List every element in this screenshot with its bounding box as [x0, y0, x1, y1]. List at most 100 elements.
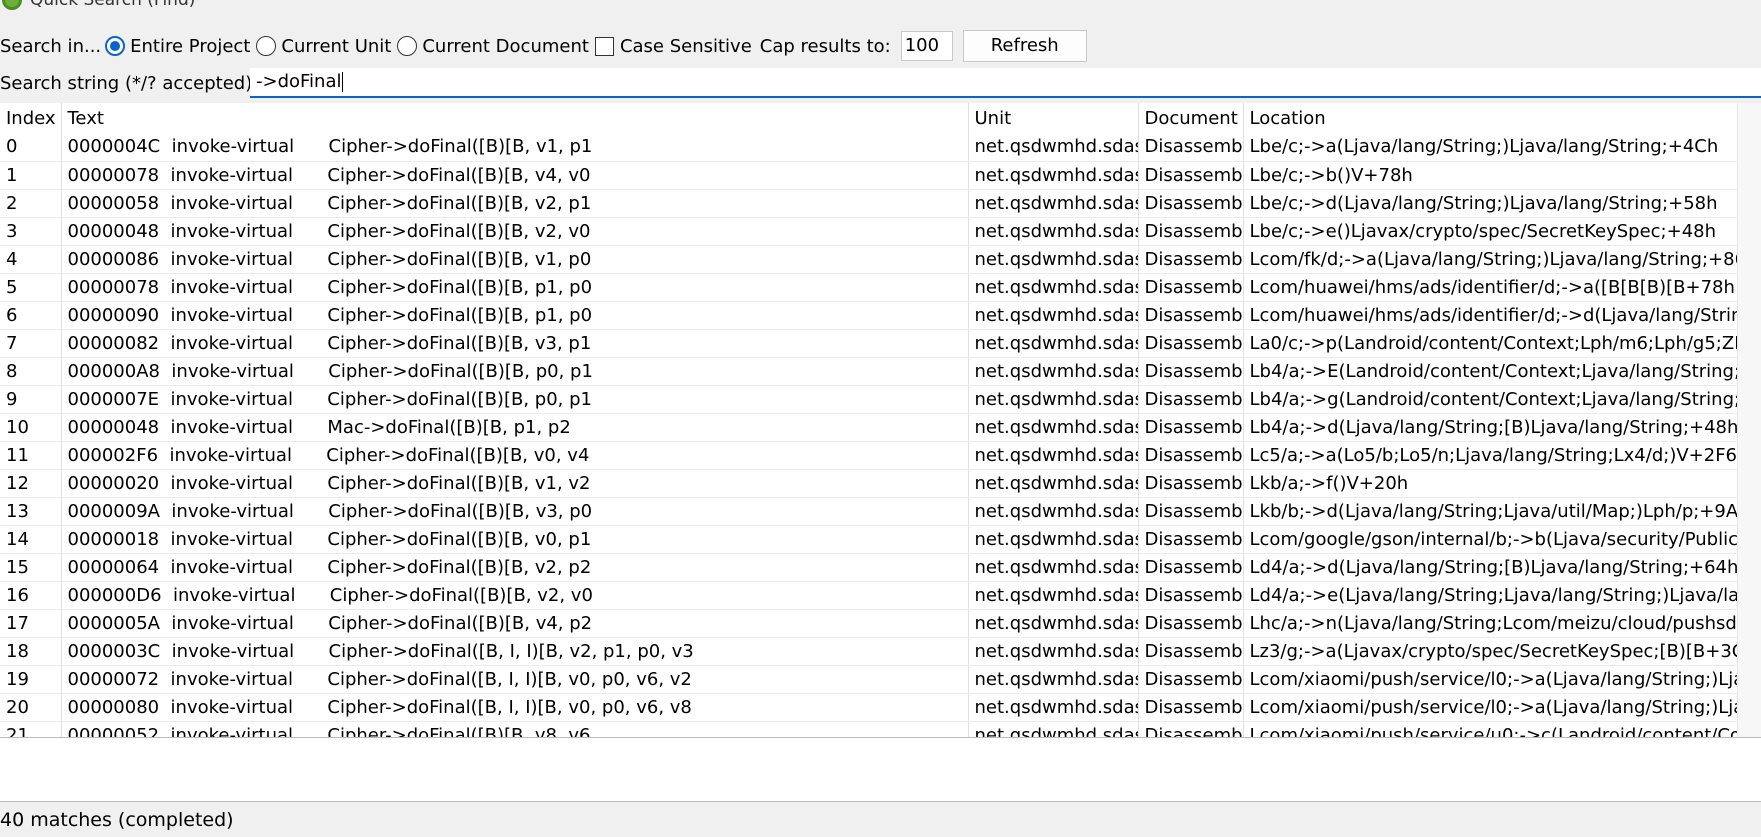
location-cell: Lcom/fk/d;->a(Ljava/lang/String;)Ljava/l… [1243, 245, 1738, 274]
vertical-scrollbar[interactable] [1737, 103, 1761, 738]
window-title: Quick Search (Find) [30, 0, 196, 10]
index-cell: 4 [0, 245, 62, 274]
title-bar: Quick Search (Find) [0, 0, 1761, 20]
text-cell: 0000007E invoke-virtual Cipher->doFinal(… [61, 385, 969, 414]
column-header-location[interactable]: Location [1243, 103, 1738, 133]
table-row[interactable]: 7 00000082 invoke-virtual Cipher->doFinal… [0, 329, 1738, 358]
location-cell: Lb4/a;->g(Landroid/content/Context;Ljava… [1243, 385, 1738, 414]
location-cell: Lcom/xiaomi/push/service/l0;->a(Ljava/la… [1243, 665, 1738, 694]
location-cell: Lcom/huawei/hms/ads/identifier/d;->a([B[… [1243, 273, 1738, 302]
document-cell: Disassemb [1138, 413, 1244, 442]
text-cell: 0000003C invoke-virtual Cipher->doFinal(… [61, 637, 969, 666]
unit-cell: net.qsdwmhd.sdas [968, 329, 1139, 358]
unit-cell: net.qsdwmhd.sdas [968, 553, 1139, 582]
table-row[interactable]: 5 00000078 invoke-virtual Cipher->doFinal… [0, 273, 1738, 302]
document-cell: Disassemb [1138, 273, 1244, 302]
refresh-button[interactable]: Refresh [962, 30, 1087, 62]
table-row[interactable]: 15 00000064 invoke-virtual Cipher->doFina… [0, 553, 1738, 582]
location-cell: Lbe/c;->b()V+78h [1243, 161, 1738, 190]
location-cell: Lb4/a;->d(Ljava/lang/String;[B)Ljava/lan… [1243, 413, 1738, 442]
document-cell: Disassemb [1138, 133, 1244, 162]
index-cell: 20 [0, 693, 62, 722]
document-cell: Disassemb [1138, 385, 1244, 414]
document-cell: Disassemb [1138, 301, 1244, 330]
index-cell: 10 [0, 413, 62, 442]
table-row[interactable]: 13 0000009A invoke-virtual Cipher->doFina… [0, 497, 1738, 526]
location-cell: Lkb/a;->f()V+20h [1243, 469, 1738, 498]
index-cell: 17 [0, 609, 62, 638]
search-in-label: Search in... [0, 35, 102, 57]
table-row[interactable]: 2 00000058 invoke-virtual Cipher->doFinal… [0, 189, 1738, 218]
status-text: 40 matches (completed) [0, 809, 234, 831]
unit-cell: net.qsdwmhd.sdas [968, 637, 1139, 666]
table-row[interactable]: 9 0000007E invoke-virtual Cipher->doFinal… [0, 385, 1738, 414]
table-row[interactable]: 16 000000D6 invoke-virtual Cipher->doFina… [0, 581, 1738, 610]
index-cell: 14 [0, 525, 62, 554]
table-row[interactable]: 14 00000018 invoke-virtual Cipher->doFina… [0, 525, 1738, 554]
scope-current-unit-radio[interactable]: Current Unit [256, 36, 391, 57]
table-row[interactable]: 18 0000003C invoke-virtual Cipher->doFina… [0, 637, 1738, 666]
text-cell: 00000052 invoke-virtual Cipher->doFinal(… [61, 721, 969, 738]
location-cell: Lbe/c;->e()Ljavax/crypto/spec/SecretKeyS… [1243, 217, 1738, 246]
radio-unselected-icon [256, 36, 277, 56]
column-header-index[interactable]: Index [0, 103, 62, 133]
table-row[interactable]: 17 0000005A invoke-virtual Cipher->doFina… [0, 609, 1738, 638]
table-row[interactable]: 20 00000080 invoke-virtual Cipher->doFina… [0, 693, 1738, 722]
scope-label: Current Document [422, 35, 589, 57]
document-cell: Disassemb [1138, 721, 1244, 738]
text-cell: 0000004C invoke-virtual Cipher->doFinal(… [61, 133, 969, 162]
index-cell: 8 [0, 357, 62, 386]
text-cell: 00000072 invoke-virtual Cipher->doFinal(… [61, 665, 969, 694]
detail-pane [0, 737, 1761, 802]
unit-cell: net.qsdwmhd.sdas [968, 245, 1139, 274]
table-row[interactable]: 4 00000086 invoke-virtual Cipher->doFinal… [0, 245, 1738, 274]
unit-cell: net.qsdwmhd.sdas [968, 469, 1139, 498]
unit-cell: net.qsdwmhd.sdas [968, 693, 1139, 722]
location-cell: Ld4/a;->e(Ljava/lang/String;Ljava/lang/S… [1243, 581, 1738, 610]
table-row[interactable]: 11 000002F6 invoke-virtual Cipher->doFina… [0, 441, 1738, 470]
column-header-document[interactable]: Document [1138, 103, 1244, 133]
table-row[interactable]: 1 00000078 invoke-virtual Cipher->doFinal… [0, 161, 1738, 190]
table-row[interactable]: 10 00000048 invoke-virtual Mac->doFinal([… [0, 413, 1738, 442]
table-row[interactable]: 8 000000A8 invoke-virtual Cipher->doFinal… [0, 357, 1738, 386]
text-cell: 00000048 invoke-virtual Mac->doFinal([B)… [61, 413, 969, 442]
table-row[interactable]: 19 00000072 invoke-virtual Cipher->doFina… [0, 665, 1738, 694]
location-cell: Lcom/huawei/hms/ads/identifier/d;->d(Lja… [1243, 301, 1738, 330]
results-table: Index Text Unit Document Location 0 00000… [0, 103, 1738, 738]
column-header-text[interactable]: Text [61, 103, 969, 133]
index-cell: 3 [0, 217, 62, 246]
radio-unselected-icon [397, 36, 418, 56]
unit-cell: net.qsdwmhd.sdas [968, 581, 1139, 610]
document-cell: Disassemb [1138, 581, 1244, 610]
table-row[interactable]: 21 00000052 invoke-virtual Cipher->doFina… [0, 721, 1738, 738]
unit-cell: net.qsdwmhd.sdas [968, 189, 1139, 218]
app-icon [2, 0, 22, 10]
search-string-input[interactable]: ->doFinal [250, 68, 1761, 98]
unit-cell: net.qsdwmhd.sdas [968, 217, 1139, 246]
index-cell: 11 [0, 441, 62, 470]
table-row[interactable]: 3 00000048 invoke-virtual Cipher->doFinal… [0, 217, 1738, 246]
cap-results-input[interactable]: 100 [900, 31, 953, 61]
unit-cell: net.qsdwmhd.sdas [968, 161, 1139, 190]
text-cell: 00000090 invoke-virtual Cipher->doFinal(… [61, 301, 969, 330]
table-row[interactable]: 0 0000004C invoke-virtual Cipher->doFinal… [0, 133, 1738, 162]
location-cell: La0/c;->p(Landroid/content/Context;Lph/m… [1243, 329, 1738, 358]
document-cell: Disassemb [1138, 161, 1244, 190]
scope-entire-project-radio[interactable]: Entire Project [105, 36, 250, 57]
case-sensitive-checkbox[interactable]: Case Sensitive [594, 36, 752, 57]
index-cell: 19 [0, 665, 62, 694]
document-cell: Disassemb [1138, 469, 1244, 498]
text-cell: 00000018 invoke-virtual Cipher->doFinal(… [61, 525, 969, 554]
document-cell: Disassemb [1138, 217, 1244, 246]
table-row[interactable]: 12 00000020 invoke-virtual Cipher->doFina… [0, 469, 1738, 498]
location-cell: Lc5/a;->a(Lo5/b;Lo5/n;Ljava/lang/String;… [1243, 441, 1738, 470]
column-header-unit[interactable]: Unit [968, 103, 1139, 133]
unit-cell: net.qsdwmhd.sdas [968, 525, 1139, 554]
text-cell: 00000078 invoke-virtual Cipher->doFinal(… [61, 273, 969, 302]
location-cell: Lbe/c;->a(Ljava/lang/String;)Ljava/lang/… [1243, 133, 1738, 162]
text-caret [341, 72, 343, 92]
scope-current-document-radio[interactable]: Current Document [397, 36, 589, 57]
unit-cell: net.qsdwmhd.sdas [968, 721, 1139, 738]
table-row[interactable]: 6 00000090 invoke-virtual Cipher->doFinal… [0, 301, 1738, 330]
cap-results-label: Cap results to: [759, 35, 891, 57]
